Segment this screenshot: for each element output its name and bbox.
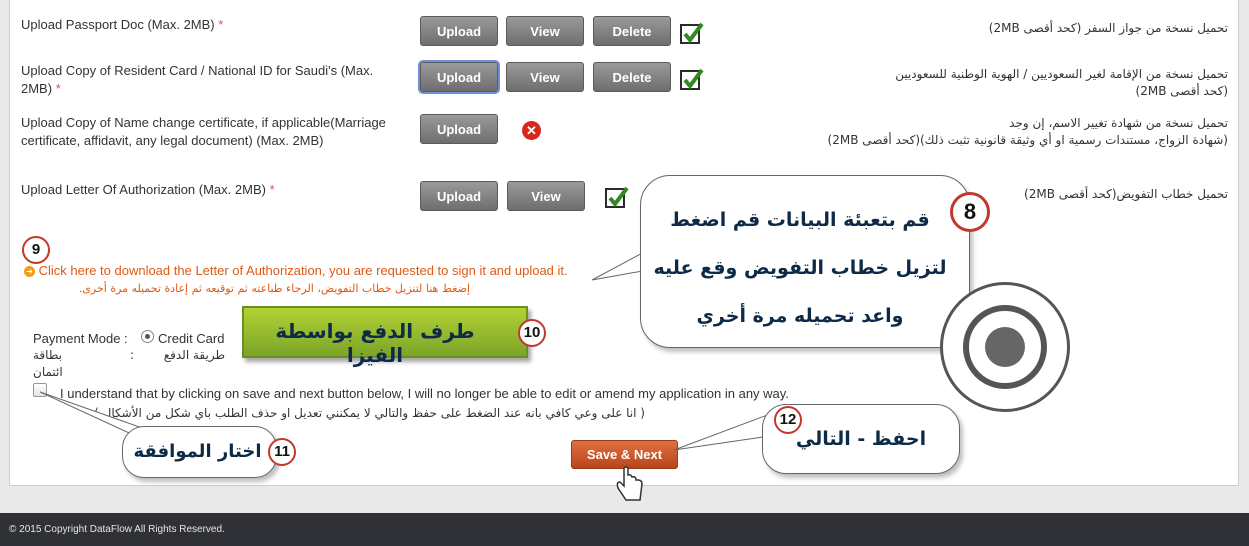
name-change-arabic-label: تحميل نسخة من شهادة تغيير الاسم، إن وجد(… <box>827 116 1228 147</box>
authorization-arabic-label: تحميل خطاب التفويض(كحد أقصى 2MB) <box>1024 187 1228 201</box>
name-change-label: Upload Copy of Name change certificate, … <box>21 115 386 148</box>
save-next-button[interactable]: Save & Next <box>571 440 678 469</box>
download-authorization-arabic-link[interactable]: إضغط هنا لتنزيل خطاب التفويض، الرجاء طبا… <box>30 281 470 296</box>
annotation-8: 8 <box>950 192 990 232</box>
passport-delete-button[interactable]: Delete <box>593 16 671 46</box>
credit-card-label: Credit Card <box>158 331 225 346</box>
annotation-10-box: طرف الدفع بواسطة الفيزا <box>242 306 528 367</box>
agreement-text: I understand that by clicking on save an… <box>60 386 789 401</box>
resident-card-arabic-label: تحميل نسخة من الإقامة لغير السعوديين / ا… <box>895 67 1228 98</box>
resident-card-view-button[interactable]: View <box>506 62 584 92</box>
portal-stamp-logo <box>940 282 1070 412</box>
annotation-12: 12 <box>774 406 802 434</box>
copyright-text: © 2015 Copyright DataFlow All Rights Res… <box>9 524 225 535</box>
annotation-10: 10 <box>518 319 546 347</box>
annotation-11: 11 <box>268 438 296 466</box>
passport-view-button[interactable]: View <box>506 16 584 46</box>
passport-check-icon <box>680 22 704 44</box>
hand-cursor-icon <box>616 466 643 501</box>
resident-card-upload-button[interactable]: Upload <box>420 62 498 92</box>
bubble-11-text: اختار الموافقة <box>133 441 262 462</box>
credit-card-radio[interactable] <box>141 330 154 343</box>
name-change-error-icon: ✕ <box>522 121 541 140</box>
payment-arabic-label: طريقة الدفع <box>163 348 225 362</box>
bubble-8-text: قم بتعبئة البيانات قم اضغط لتزيل خطاب الت… <box>653 209 947 327</box>
payment-arabic-colon: : <box>129 348 134 362</box>
bubble-12-tail <box>673 413 771 451</box>
page: Upload Passport Doc (Max. 2MB) * Upload … <box>0 0 1249 546</box>
authorization-label: Upload Letter Of Authorization (Max. 2MB… <box>21 182 275 197</box>
bubble-12-text: احفظ - التالي <box>795 428 927 450</box>
payment-arabic-option: بطاقة ائتمان <box>33 348 63 379</box>
annotation-9: 9 <box>22 236 50 264</box>
resident-card-check-icon <box>680 68 704 90</box>
name-change-upload-button[interactable]: Upload <box>420 114 498 144</box>
passport-arabic-label: تحميل نسخة من جواز السفر (كحد أقصى 2MB) <box>988 21 1228 35</box>
payment-mode-label: Payment Mode : <box>33 331 128 346</box>
resident-card-label: Upload Copy of Resident Card / National … <box>21 63 374 96</box>
resident-card-delete-button[interactable]: Delete <box>593 62 671 92</box>
arrow-circle-icon: ➔ <box>24 266 35 278</box>
authorization-upload-button[interactable]: Upload <box>420 181 498 211</box>
authorization-check-icon <box>605 186 629 208</box>
authorization-view-button[interactable]: View <box>507 181 585 211</box>
footer: © 2015 Copyright DataFlow All Rights Res… <box>0 513 1249 546</box>
passport-label: Upload Passport Doc (Max. 2MB) * <box>21 17 224 32</box>
passport-upload-button[interactable]: Upload <box>420 16 498 46</box>
download-authorization-link[interactable]: ➔ Click here to download the Letter of A… <box>24 263 568 279</box>
